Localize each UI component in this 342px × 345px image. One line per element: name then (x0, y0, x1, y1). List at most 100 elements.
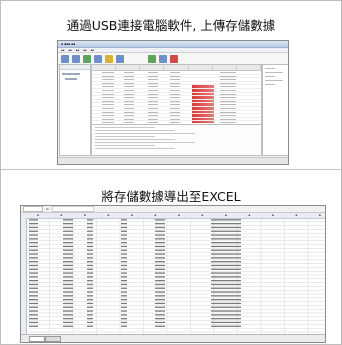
cell-text (63, 295, 73, 297)
cell-text (29, 310, 38, 312)
cell-text (63, 318, 73, 320)
cell-text (155, 253, 165, 255)
cell-text (155, 219, 165, 221)
cell-text (211, 325, 241, 327)
cell-text (87, 302, 93, 305)
cell-text (29, 245, 38, 248)
cell-text (63, 291, 73, 293)
cell-text (63, 226, 73, 229)
properties-panel (262, 64, 288, 156)
cell-text (87, 283, 93, 286)
cell-text (121, 287, 127, 289)
spreadsheet-grid (21, 218, 325, 334)
toolbar-icon (94, 54, 102, 63)
software-screenshot: ▪ ▪▪▪ ▪▪ ▪▪ ▪▪ ▪▪ ▪▪ ▪▪ (57, 40, 289, 165)
cell-text (121, 325, 127, 327)
highlight-bar (192, 85, 214, 88)
cell-text (87, 223, 93, 225)
cell-text (155, 226, 165, 229)
device-tree-panel (59, 64, 91, 156)
toolbar-icon (61, 54, 69, 63)
cell-text (155, 295, 165, 297)
cell-text (211, 321, 241, 324)
cell-text (29, 242, 38, 244)
cell-text (87, 310, 93, 312)
cell-text (63, 272, 73, 274)
cell-text (29, 325, 38, 327)
cell-text (211, 302, 241, 305)
cell-text (63, 276, 73, 278)
toolbar-icon (83, 54, 91, 63)
highlight-bar (192, 92, 214, 96)
cell-text (155, 299, 165, 301)
window-titlebar: ▪ ▪▪▪ ▪▪ (58, 41, 288, 48)
cell-text (29, 257, 38, 259)
cell-text (63, 253, 73, 255)
figure-frame: 通過USB連接電腦軟件, 上傳存儲數據 ▪ ▪▪▪ ▪▪ ▪▪ ▪▪ ▪▪ ▪▪ ▪▪ (0, 0, 342, 345)
cell-text (29, 249, 38, 251)
cell-text (155, 223, 165, 225)
cell-text (121, 261, 127, 263)
cell-text (211, 219, 241, 221)
cell-text (211, 268, 241, 270)
cell-text (121, 257, 127, 259)
cell-text (121, 272, 127, 274)
cell-text (155, 261, 165, 263)
cell-text (155, 245, 165, 248)
section-divider (1, 169, 341, 170)
cell-text (211, 261, 241, 263)
cell-text (121, 249, 127, 251)
cell-text (63, 283, 73, 286)
cell-text (211, 249, 241, 251)
cell-text (63, 264, 73, 267)
cell-text (29, 268, 38, 270)
cell-text (87, 306, 93, 308)
cell-text (155, 314, 165, 316)
caption-usb-upload: 通過USB連接電腦軟件, 上傳存儲數據 (66, 18, 276, 33)
highlight-bar (192, 110, 214, 114)
cell-text (155, 291, 165, 293)
cell-text (121, 245, 127, 248)
cell-text (87, 219, 93, 221)
cell-text (87, 226, 93, 229)
cell-text (155, 272, 165, 274)
cell-text (211, 276, 241, 278)
graph-icon (148, 54, 156, 63)
cell-text (87, 295, 93, 297)
cell-text (121, 242, 127, 244)
cell-text (121, 234, 127, 236)
cell-text (63, 302, 73, 305)
cell-text (87, 238, 93, 240)
cell-text (211, 234, 241, 236)
cell-text (121, 306, 127, 308)
column-header: ▪ (201, 213, 204, 217)
grid-rows (92, 71, 261, 123)
cell-text (121, 321, 127, 324)
cell-text (155, 287, 165, 289)
cell-text (87, 268, 93, 270)
highlight-bar (192, 117, 214, 121)
cell-text (29, 219, 38, 221)
cell-text (121, 219, 127, 221)
cell-text (211, 253, 241, 255)
sheet-tab (45, 336, 61, 342)
cell-text (211, 299, 241, 301)
cell-text (63, 325, 73, 327)
cell-text (87, 249, 93, 251)
cell-text (155, 325, 165, 327)
cell-text (87, 299, 93, 301)
cell-text (63, 230, 73, 232)
cell-text (87, 245, 93, 248)
cell-text (121, 302, 127, 305)
formula-bar: fx (21, 206, 325, 213)
cell-text (121, 238, 127, 240)
cell-text (211, 295, 241, 297)
cell-text (29, 287, 38, 289)
cell-text (87, 253, 93, 255)
cell-text (155, 238, 165, 240)
cell-text (63, 223, 73, 225)
cell-text (63, 299, 73, 301)
cell-text (87, 257, 93, 259)
cell-text (121, 223, 127, 225)
cell-text (29, 272, 38, 274)
